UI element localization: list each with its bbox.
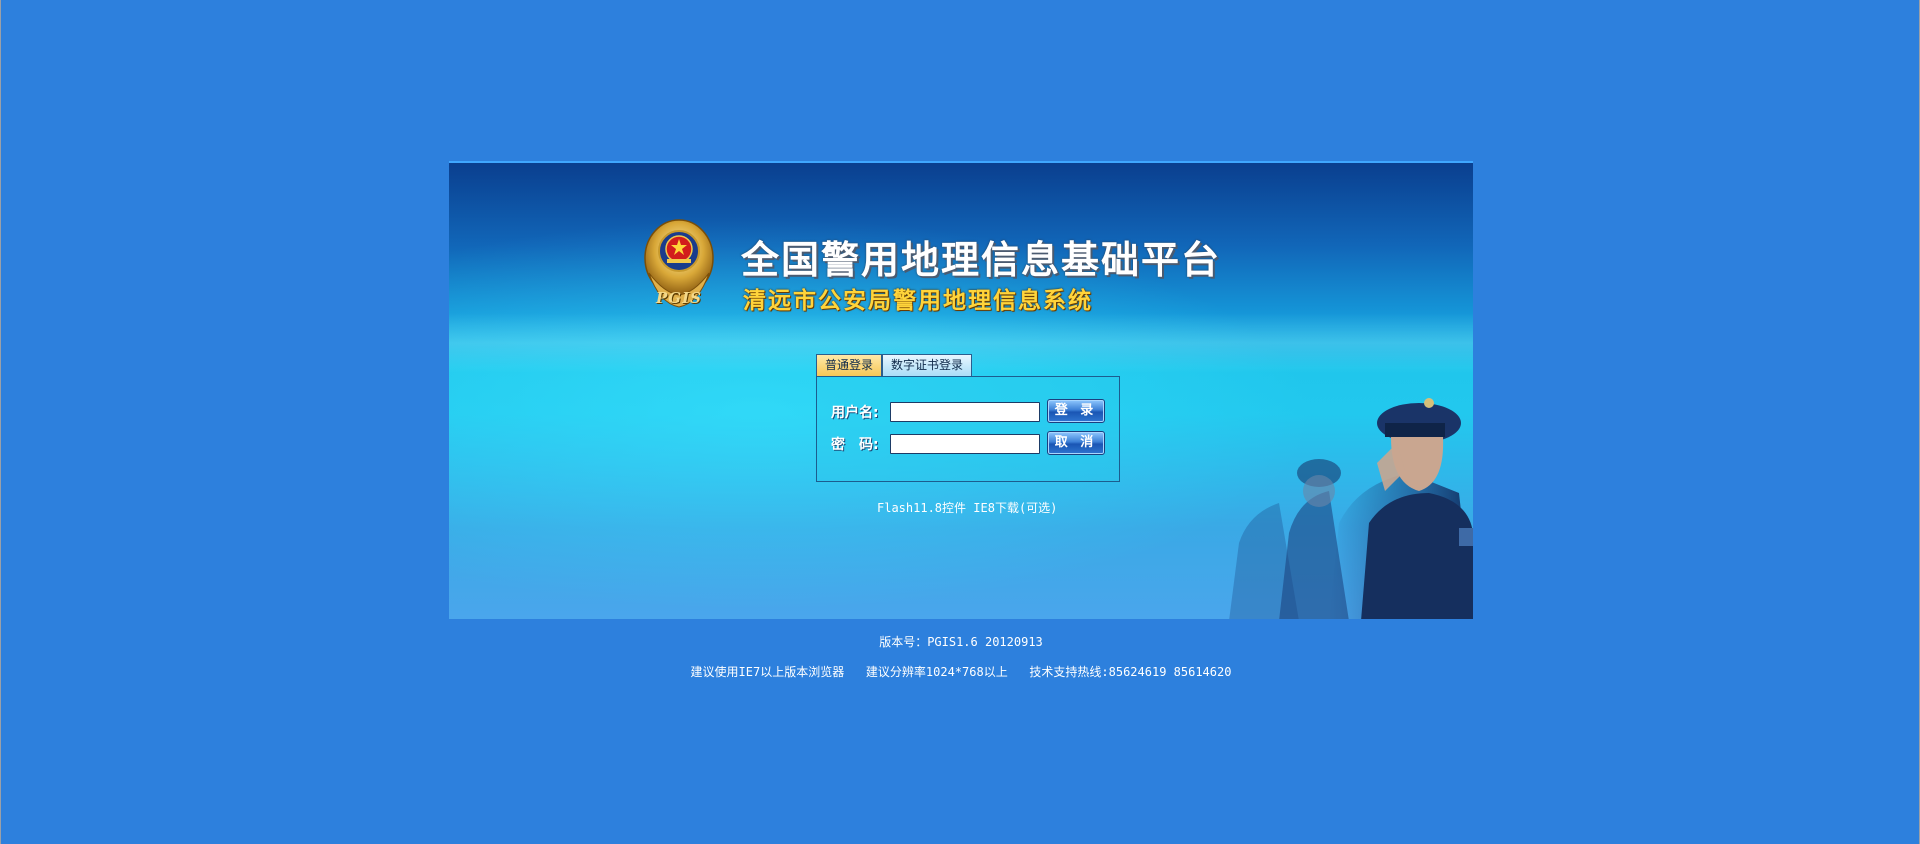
browser-hint: 建议使用IE7以上版本浏览器 bbox=[690, 665, 845, 679]
tab-normal-login[interactable]: 普通登录 bbox=[816, 354, 883, 377]
support-hotline: 技术支持热线:85624619 85614620 bbox=[1029, 665, 1232, 679]
platform-title: 全国警用地理信息基础平台 bbox=[741, 237, 1222, 282]
download-links: Flash11.8控件 IE8下载(可选) bbox=[877, 499, 1057, 516]
username-label: 用户名: bbox=[831, 405, 879, 421]
version-text: 版本号：PGIS1.6 20120913 bbox=[879, 635, 1043, 649]
footer-hints: 建议使用IE7以上版本浏览器 建议分辨率1024*768以上 技术支持热线:85… bbox=[1, 663, 1920, 680]
login-banner: PGIS 全国警用地理信息基础平台 清远市公安局警用地理信息系统 普通登录 数字… bbox=[449, 161, 1473, 619]
tab-certificate-login[interactable]: 数字证书登录 bbox=[882, 354, 973, 377]
resolution-hint: 建议分辨率1024*768以上 bbox=[865, 665, 1008, 679]
username-row: 用户名: bbox=[831, 401, 1040, 423]
cancel-button[interactable]: 取 消 bbox=[1047, 431, 1105, 455]
password-input[interactable] bbox=[890, 434, 1040, 454]
police-officers-image bbox=[1229, 398, 1473, 619]
password-row: 密 码: bbox=[831, 433, 1040, 455]
login-button[interactable]: 登 录 bbox=[1047, 399, 1105, 423]
login-page: PGIS 全国警用地理信息基础平台 清远市公安局警用地理信息系统 普通登录 数字… bbox=[0, 0, 1920, 844]
login-tabs: 普通登录 数字证书登录 bbox=[816, 354, 973, 377]
flash-download-link[interactable]: Flash11.8控件 bbox=[877, 501, 966, 515]
ie8-download-link[interactable]: IE8下载(可选) bbox=[973, 501, 1057, 515]
username-input[interactable] bbox=[890, 402, 1040, 422]
login-form: 用户名: 密 码: 登 录 取 消 bbox=[816, 376, 1120, 482]
password-label: 密 码: bbox=[831, 437, 879, 453]
emblem-label: PGIS bbox=[656, 289, 702, 307]
system-subtitle: 清远市公安局警用地理信息系统 bbox=[743, 288, 1093, 314]
